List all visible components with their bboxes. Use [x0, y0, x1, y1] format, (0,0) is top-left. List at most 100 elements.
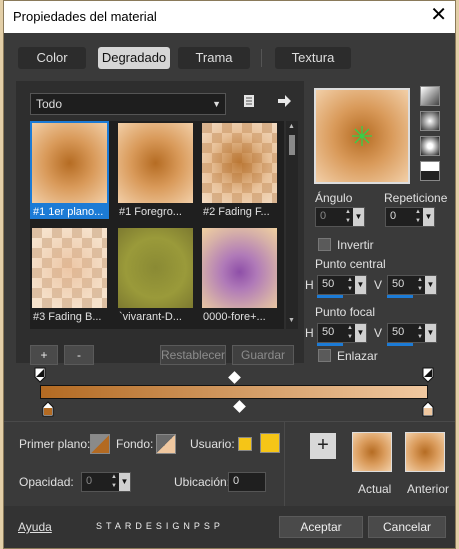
angle-stepper[interactable]: 0 ▲ ▼ ▼: [315, 207, 365, 227]
add-gradient-button[interactable]: +: [30, 345, 58, 365]
user-label: Usuario:: [190, 437, 235, 451]
list-item-label: #1 1er plano...: [30, 206, 109, 219]
opacity-stepper[interactable]: 0 ▲ ▼ ▼: [81, 472, 131, 492]
location-field[interactable]: 0: [228, 472, 266, 492]
scroll-up-icon[interactable]: ▲: [288, 123, 295, 130]
chevron-down-icon[interactable]: ▼: [355, 324, 366, 342]
chevron-down-icon[interactable]: ▼: [425, 276, 436, 294]
watermark-text: STARDESIGNPSP: [96, 521, 224, 531]
center-h-slider[interactable]: [317, 295, 343, 298]
chevron-down-icon[interactable]: ▼: [355, 276, 366, 294]
scroll-thumb[interactable]: [289, 135, 295, 155]
center-v-value: 50: [392, 278, 405, 290]
remove-gradient-button[interactable]: -: [64, 345, 94, 365]
background-swatch[interactable]: [156, 434, 176, 454]
chevron-down-icon[interactable]: ▼: [425, 324, 436, 342]
list-item[interactable]: 0000-fore+...: [200, 226, 279, 324]
reset-button[interactable]: Restablecer: [160, 345, 226, 365]
cancel-button[interactable]: Cancelar: [368, 516, 446, 538]
opacity-value: 0: [86, 475, 93, 487]
library-scrollbar[interactable]: ▲ ▼: [286, 121, 298, 329]
foreground-swatch[interactable]: [90, 434, 110, 454]
invert-label: Invertir: [337, 238, 374, 252]
tab-texture[interactable]: Textura: [275, 47, 351, 69]
list-item[interactable]: #1 Foregro...: [116, 121, 195, 219]
library-options-icon[interactable]: [242, 94, 256, 108]
tab-pattern[interactable]: Trama: [178, 47, 250, 69]
scroll-down-icon[interactable]: ▼: [288, 317, 295, 324]
repeat-stepper[interactable]: 0 ▲ ▼ ▼: [385, 207, 435, 227]
current-swatch[interactable]: [352, 432, 392, 472]
center-v-slider[interactable]: [387, 295, 413, 298]
center-point-label: Punto central: [315, 257, 386, 271]
opacity-midpoint[interactable]: [228, 371, 241, 384]
repeat-value: 0: [390, 210, 397, 222]
updown-icon[interactable]: ▲ ▼: [345, 276, 355, 294]
link-label: Enlazar: [337, 349, 378, 363]
list-item-label: #2 Fading F...: [203, 206, 270, 218]
updown-icon[interactable]: ▲ ▼: [413, 208, 423, 226]
list-item[interactable]: #3 Fading B...: [30, 226, 109, 324]
center-h-label: H: [305, 278, 314, 292]
gradient-preview: [32, 123, 107, 203]
chevron-down-icon[interactable]: ▼: [353, 208, 364, 226]
focal-point-label: Punto focal: [315, 305, 376, 319]
dialog-footer: Ayuda STARDESIGNPSP Aceptar Cancelar: [4, 506, 455, 548]
opacity-stop-start[interactable]: [34, 367, 46, 383]
gradient-bar[interactable]: [40, 385, 428, 399]
user-color-small[interactable]: [238, 437, 252, 451]
add-stop-button[interactable]: +: [310, 433, 336, 459]
chevron-down-icon: ▼: [212, 99, 221, 109]
close-icon[interactable]: ✕: [430, 5, 447, 25]
updown-icon[interactable]: ▲ ▼: [345, 324, 355, 342]
chevron-down-icon[interactable]: ▼: [119, 473, 130, 491]
updown-icon[interactable]: ▲ ▼: [109, 473, 119, 491]
current-label: Actual: [358, 482, 392, 496]
focal-h-slider[interactable]: [317, 343, 343, 346]
category-value: Todo: [36, 97, 63, 111]
category-dropdown[interactable]: Todo ▼: [30, 93, 226, 115]
invert-checkbox[interactable]: [318, 238, 331, 251]
separator: [284, 422, 285, 506]
updown-icon[interactable]: ▲ ▼: [415, 276, 425, 294]
updown-icon[interactable]: ▲ ▼: [415, 324, 425, 342]
center-v-stepper[interactable]: 50 ▲ ▼ ▼: [387, 275, 437, 295]
foreground-label: Primer plano:: [19, 437, 91, 451]
focal-h-stepper[interactable]: 50 ▲ ▼ ▼: [317, 323, 367, 343]
arrow-right-icon[interactable]: [276, 93, 292, 109]
list-item[interactable]: #2 Fading F...: [200, 121, 279, 219]
help-link[interactable]: Ayuda: [18, 520, 52, 534]
tab-color[interactable]: Color: [18, 47, 86, 69]
user-color-swatch[interactable]: [260, 433, 280, 453]
gradient-preview: [118, 123, 193, 203]
linear-gradient-icon[interactable]: [420, 86, 440, 106]
link-checkbox[interactable]: [318, 349, 331, 362]
gradient-preview-large[interactable]: [314, 88, 410, 184]
radial-gradient-icon[interactable]: [420, 161, 440, 181]
focal-v-stepper[interactable]: 50 ▲ ▼ ▼: [387, 323, 437, 343]
rectangular-gradient-icon[interactable]: [420, 111, 440, 131]
focal-v-label: V: [374, 326, 383, 340]
ok-button[interactable]: Aceptar: [279, 516, 363, 538]
window-title: Propiedades del material: [13, 9, 157, 24]
chevron-down-icon[interactable]: ▼: [423, 208, 434, 226]
location-value: 0: [233, 475, 240, 487]
sunburst-gradient-icon[interactable]: [420, 136, 440, 156]
color-midpoint[interactable]: [233, 400, 246, 413]
save-button[interactable]: Guardar: [232, 345, 294, 365]
center-h-stepper[interactable]: 50 ▲ ▼ ▼: [317, 275, 367, 295]
center-point-icon[interactable]: [351, 125, 373, 147]
previous-swatch[interactable]: [405, 432, 445, 472]
opacity-stop-end[interactable]: [422, 367, 434, 383]
color-stop-end[interactable]: [422, 401, 434, 417]
gradient-preview: [202, 123, 277, 203]
list-item[interactable]: #1 1er plano...: [30, 121, 109, 219]
list-item-label: #1 Foregro...: [119, 206, 182, 218]
repeat-label: Repeticione: [384, 191, 448, 205]
focal-v-slider[interactable]: [387, 343, 413, 346]
tab-gradient[interactable]: Degradado: [98, 47, 170, 69]
list-item[interactable]: `vivarant-D...: [116, 226, 195, 324]
list-item-label: #3 Fading B...: [33, 311, 102, 323]
color-stop-start[interactable]: [42, 401, 54, 417]
updown-icon[interactable]: ▲ ▼: [343, 208, 353, 226]
